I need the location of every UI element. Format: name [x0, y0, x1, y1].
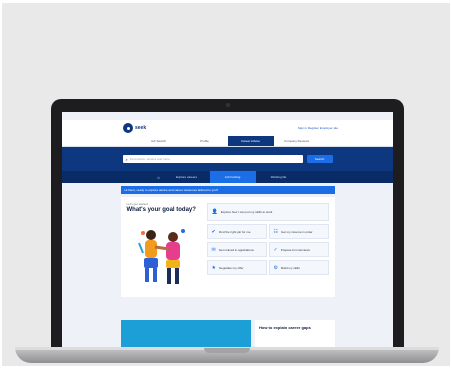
- laptop-screen: seek Sign in Register Employer site Job …: [62, 112, 393, 351]
- brand-logo-icon[interactable]: [123, 123, 133, 133]
- goal-card-label: Negotiate my offer: [218, 265, 244, 270]
- photo-backdrop: seek Sign in Register Employer site Job …: [2, 3, 450, 366]
- tab-job-hunting[interactable]: Job hunting: [209, 171, 256, 183]
- goal-card[interactable]: 👤 Explore how I can put my skills to wor…: [206, 203, 329, 221]
- goal-card[interactable]: ☷ Get my résumé in order: [268, 224, 329, 239]
- star-icon: ★: [211, 264, 216, 271]
- document-icon: ☷: [273, 228, 278, 235]
- tick-icon: ✓: [273, 246, 278, 253]
- sub-nav: ⌂ Explore careers Job hunting Working li…: [62, 171, 393, 183]
- home-icon[interactable]: ⌂: [154, 175, 164, 180]
- person-icon: 👤: [211, 209, 218, 215]
- search-button[interactable]: Search: [306, 155, 333, 163]
- goal-card-label: Explore how I can put my skills to work: [220, 210, 273, 214]
- goal-card-label: Get noticed in applications: [218, 247, 254, 252]
- search-hero: ⌕ Find advice, articles and more Search: [62, 147, 393, 171]
- goal-eyebrow: Let's get started: [126, 202, 148, 206]
- tab-explore-careers[interactable]: Explore careers: [164, 171, 210, 183]
- search-icon: ⌕: [125, 156, 128, 162]
- goal-card-label: Build my skills: [280, 265, 300, 270]
- goal-card-label: Get my résumé in order: [280, 229, 313, 234]
- utility-bar: [62, 112, 393, 120]
- main-nav: Job Search Profile Career Advice Company…: [62, 136, 393, 147]
- main-nav-item-career-advice[interactable]: Career Advice: [227, 136, 274, 146]
- search-input[interactable]: ⌕ Find advice, articles and more: [122, 155, 303, 163]
- article-title: How to explain career gaps: [259, 325, 311, 330]
- main-nav-item-job-search[interactable]: Job Search: [136, 136, 182, 146]
- goal-title: What's your goal today?: [126, 207, 196, 213]
- laptop-notch: [204, 348, 250, 353]
- goal-card[interactable]: ✉ Get noticed in applications: [206, 242, 267, 257]
- main-nav-item-company-reviews[interactable]: Company Reviews: [274, 136, 320, 146]
- check-icon: ✔: [211, 228, 216, 235]
- goal-card-label: Find the right job for me: [218, 229, 251, 234]
- laptop-base: [15, 347, 439, 363]
- goal-card[interactable]: ✓ Prepare for interviews: [268, 242, 329, 257]
- laptop: seek Sign in Register Employer site Job …: [51, 99, 404, 354]
- goal-card-label: Prepare for interviews: [280, 247, 310, 252]
- webcam: [225, 103, 230, 107]
- people-illustration: [137, 229, 185, 284]
- tab-working-life[interactable]: Working life: [256, 171, 302, 183]
- goal-card[interactable]: ⚙ Build my skills: [268, 260, 329, 275]
- goal-card[interactable]: ★ Negotiate my offer: [206, 260, 267, 275]
- goal-card[interactable]: ✔ Find the right job for me: [206, 224, 267, 239]
- site-header: seek Sign in Register Employer site: [62, 120, 393, 136]
- goal-panel: Let's get started What's your goal today…: [120, 197, 335, 297]
- gear-icon: ⚙: [273, 264, 278, 271]
- brand-name[interactable]: seek: [135, 125, 146, 131]
- welcome-banner: Hi there, ready to explore advice and ca…: [120, 186, 335, 194]
- search-placeholder: Find advice, articles and more: [129, 157, 170, 161]
- main-nav-item-profile[interactable]: Profile: [182, 136, 228, 146]
- account-links[interactable]: Sign in Register Employer site: [298, 126, 338, 130]
- mail-icon: ✉: [211, 246, 216, 253]
